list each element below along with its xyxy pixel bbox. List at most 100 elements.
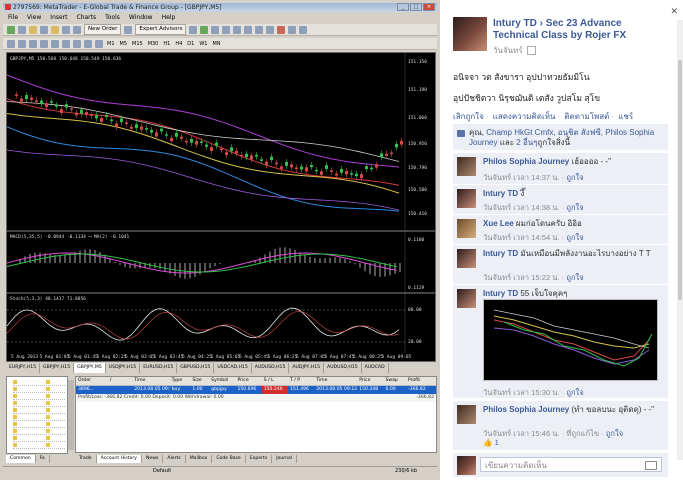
navigator-row[interactable] [13, 436, 65, 442]
comment-time[interactable]: วันจันทร์ เวลา 15:22 น. [483, 273, 560, 282]
col-tp[interactable]: T / P [288, 377, 314, 385]
tab-mailbox[interactable]: Mailbox [186, 455, 213, 463]
templates-icon[interactable] [299, 25, 308, 34]
autoscroll-icon[interactable] [255, 25, 264, 34]
chart-tab[interactable]: GBPJPY,H15 [40, 363, 75, 373]
timeframe-m15[interactable]: M15 [131, 41, 144, 47]
scrollbar[interactable] [677, 20, 683, 460]
expert-advisors-button[interactable]: Expert Advisors [135, 24, 187, 35]
zoom-out-icon[interactable] [233, 25, 242, 34]
comment-edited[interactable]: ที่ถูกแก้ไข [566, 429, 599, 438]
trendline-icon[interactable] [51, 39, 59, 48]
comment-like-link[interactable]: ถูกใจ [566, 233, 583, 242]
comment-like-link[interactable]: ถูกใจ [566, 388, 583, 397]
navigator-row[interactable] [13, 443, 65, 449]
chart-tab[interactable]: USDCAD,H15 [214, 363, 252, 373]
timeframe-d1[interactable]: D1 [186, 41, 195, 47]
tab-alerts[interactable]: Alerts [163, 455, 186, 463]
menu-tools[interactable]: Tools [105, 13, 120, 22]
col-order[interactable]: Order [76, 377, 108, 385]
navigator-row[interactable] [13, 401, 65, 407]
menu-insert[interactable]: Insert [50, 13, 67, 22]
chart-tab[interactable]: AUDUSD,H15 [324, 363, 362, 373]
unlike-link[interactable]: เลิกถูกใจ [453, 112, 484, 121]
chart-tab[interactable]: AUDJPY,H15 [289, 363, 325, 373]
timeframe-h4[interactable]: H4 [174, 41, 183, 47]
col-price[interactable]: Price [235, 377, 261, 385]
comment-like-link[interactable]: ถูกใจ [566, 273, 583, 282]
menu-file[interactable]: File [8, 13, 18, 22]
profiles-icon[interactable] [18, 25, 26, 34]
tab-account-history[interactable]: Account History [96, 455, 142, 463]
col-swap[interactable]: Swap [383, 377, 406, 385]
commenter-avatar[interactable] [457, 405, 476, 424]
tab-trade[interactable]: Trade [75, 455, 97, 463]
new-order-button[interactable]: New Order [84, 24, 122, 35]
commenter-avatar[interactable] [457, 289, 476, 308]
tile-windows-icon[interactable] [244, 25, 253, 34]
commenter-avatar[interactable] [457, 157, 476, 176]
arrow-tool-icon[interactable] [95, 39, 103, 48]
likes-others-link[interactable]: 2 อื่นๆ [516, 138, 537, 147]
col-size[interactable]: Size [190, 377, 209, 385]
col-close-price[interactable]: Price [357, 377, 383, 385]
commenter-avatar[interactable] [457, 219, 476, 238]
tab-news[interactable]: News [142, 455, 164, 463]
comment-like-link[interactable]: ถูกใจ [606, 429, 623, 438]
col-type[interactable]: Type [170, 377, 191, 385]
timeframe-m1[interactable]: M1 [106, 41, 116, 47]
commenter-name[interactable]: Philos Sophia Journey [483, 157, 569, 166]
follow-post-link[interactable]: ติดตามโพสต์ [564, 112, 609, 121]
comment-time[interactable]: วันจันทร์ เวลา 14:37 น. [483, 173, 560, 182]
col-slash[interactable]: / [108, 377, 132, 385]
tab-favorites[interactable]: Fa [36, 455, 50, 463]
navigator-icon[interactable] [51, 25, 59, 34]
channel-icon[interactable] [62, 39, 70, 48]
commenter-name[interactable]: Philos Sophia Journey [483, 405, 569, 414]
col-close-time[interactable]: Time [314, 377, 357, 385]
zoom-in-icon[interactable] [222, 25, 231, 34]
tab-experts[interactable]: Experts [246, 455, 273, 463]
line-chart-icon[interactable] [211, 25, 220, 34]
comment-input[interactable]: เขียนความคิดเห็น [480, 457, 662, 472]
col-symbol[interactable]: Symbol [209, 377, 235, 385]
author-name-link[interactable]: Intury TD [493, 18, 537, 29]
menu-view[interactable]: View [27, 13, 41, 22]
metaeditor-icon[interactable] [124, 25, 133, 34]
comment-time[interactable]: วันจันทร์ เวลา 14:38 น. [483, 203, 560, 212]
candlestick-icon[interactable] [200, 25, 209, 34]
data-window-icon[interactable] [40, 25, 48, 34]
periods-icon[interactable] [288, 25, 297, 34]
horizontal-line-icon[interactable] [40, 39, 48, 48]
navigator-row[interactable] [13, 422, 65, 428]
author-avatar[interactable] [453, 17, 487, 51]
chart-shift-icon[interactable] [266, 25, 275, 34]
trade-row[interactable]: 3896... 2013.08.05 09:05 buy 1.00 gbpjpy… [76, 386, 436, 394]
col-profit[interactable]: Profit [406, 377, 436, 385]
menu-charts[interactable]: Charts [77, 13, 97, 22]
col-time[interactable]: Time [132, 377, 169, 385]
navigator-panel[interactable] [6, 376, 68, 454]
tab-journal[interactable]: Journal [272, 455, 298, 463]
chart-tab-active[interactable]: GBPJPY,M5 [74, 363, 106, 373]
text-tool-icon[interactable] [84, 39, 92, 48]
comment-time[interactable]: วันจันทร์ เวลา 15:46 น. [483, 429, 560, 438]
commenter-name[interactable]: Xue Lee [483, 219, 514, 228]
minimize-button[interactable]: _ [397, 3, 409, 11]
scrollbar-thumb[interactable] [678, 60, 682, 300]
timeframe-w1[interactable]: W1 [198, 41, 208, 47]
tab-common[interactable]: Common [6, 455, 36, 463]
comment-like-count-value[interactable]: 1 [495, 438, 499, 447]
market-watch-icon[interactable] [29, 25, 37, 34]
strategy-tester-icon[interactable] [73, 25, 81, 34]
camera-icon[interactable] [645, 461, 657, 470]
commenter-avatar[interactable] [457, 189, 476, 208]
chart-tab[interactable]: GBPUSD,H15 [177, 363, 215, 373]
comment-time[interactable]: วันจันทร์ เวลา 15:30 น. [483, 388, 560, 397]
close-window-button[interactable]: × [423, 3, 435, 11]
col-sl[interactable]: S / L [262, 377, 288, 385]
comment-time[interactable]: วันจันทร์ เวลา 14:54 น. [483, 233, 560, 242]
timeframe-m30[interactable]: M30 [147, 41, 160, 47]
terminal-icon[interactable] [62, 25, 70, 34]
commenter-name[interactable]: Intury TD [483, 249, 518, 258]
